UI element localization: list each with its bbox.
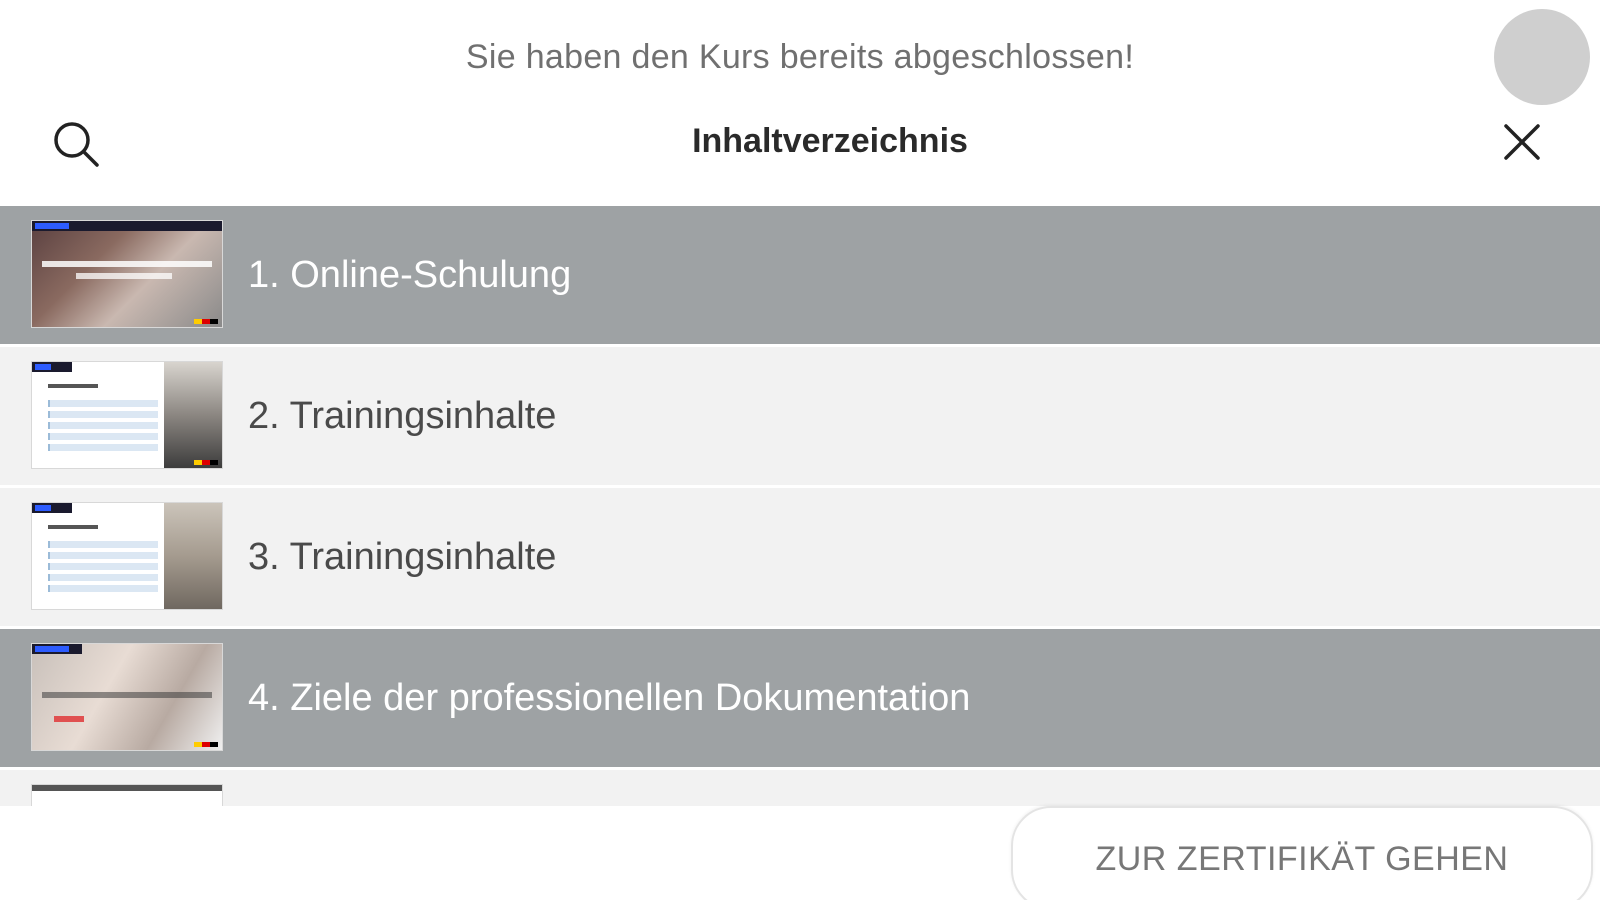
chapter-item-2[interactable]: 2. Trainingsinhalte: [0, 347, 1600, 485]
go-to-certificate-button[interactable]: ZUR ZERTIFIKÄT GEHEN: [1011, 806, 1593, 900]
chapter-label: 3. Trainingsinhalte: [248, 536, 557, 578]
chapter-thumbnail: [31, 220, 223, 328]
chapter-thumbnail: [31, 361, 223, 469]
flag-icon: [194, 319, 218, 324]
chapter-list[interactable]: 1. Online-Schulung 2. Trainingsinhalte 3…: [0, 206, 1600, 806]
chapter-label: 4. Ziele der professionellen Dokumentati…: [248, 677, 971, 719]
toc-screen: Sie haben den Kurs bereits abgeschlossen…: [0, 0, 1600, 900]
chapter-label: 2. Trainingsinhalte: [248, 395, 557, 437]
close-button[interactable]: [1496, 116, 1552, 172]
chapter-thumbnail: [31, 643, 223, 751]
flag-icon: [194, 460, 218, 465]
chapter-item-1[interactable]: 1. Online-Schulung: [0, 206, 1600, 344]
chapter-thumbnail: [31, 502, 223, 610]
close-icon: [1504, 124, 1540, 160]
completion-message: Sie haben den Kurs bereits abgeschlossen…: [465, 38, 1135, 76]
avatar[interactable]: [1494, 9, 1590, 105]
certificate-button-label: ZUR ZERTIFIKÄT GEHEN: [1095, 840, 1509, 878]
toc-header: Inhaltverzeichnis: [0, 108, 1600, 206]
page-title: Inhaltverzeichnis: [692, 122, 968, 160]
chapter-item-5[interactable]: [0, 770, 1600, 806]
flag-icon: [194, 742, 218, 747]
chapter-label: 1. Online-Schulung: [248, 254, 572, 296]
chapter-item-3[interactable]: 3. Trainingsinhalte: [0, 488, 1600, 626]
completion-banner: Sie haben den Kurs bereits abgeschlossen…: [0, 0, 1600, 108]
chapter-item-4[interactable]: 4. Ziele der professionellen Dokumentati…: [0, 629, 1600, 767]
chapter-thumbnail: [31, 784, 223, 806]
